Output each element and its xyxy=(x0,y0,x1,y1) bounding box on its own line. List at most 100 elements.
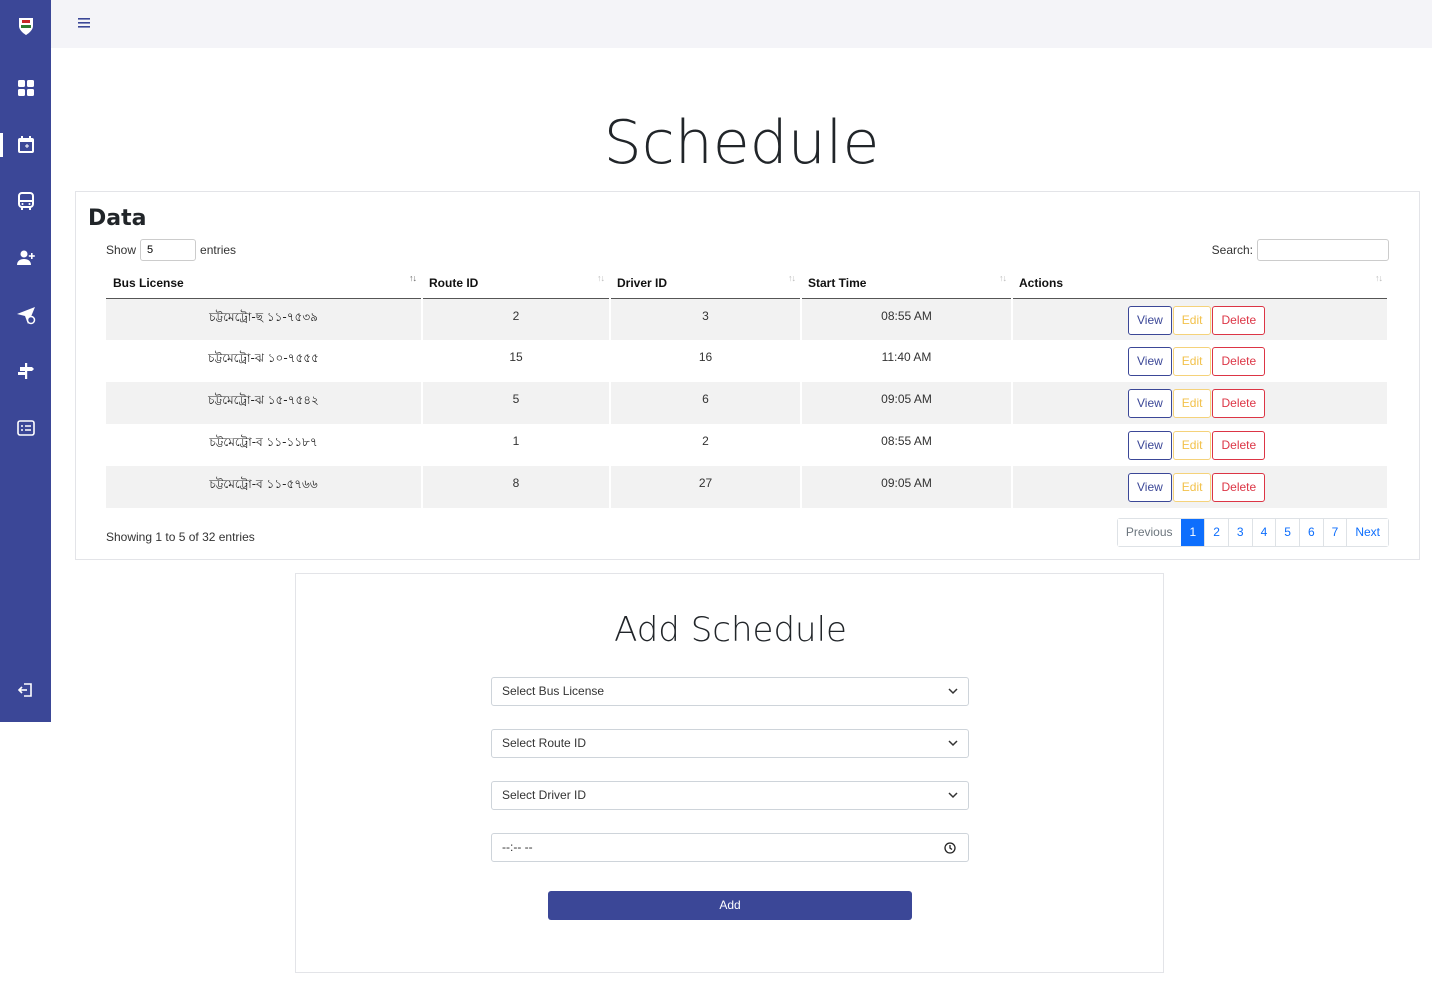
view-button[interactable]: View xyxy=(1128,431,1172,460)
entries-length-input[interactable] xyxy=(140,239,197,261)
cell-start-time: 08:55 AM xyxy=(801,298,1013,340)
hamburger-icon[interactable] xyxy=(77,16,91,30)
view-button[interactable]: View xyxy=(1128,347,1172,376)
cell-start-time: 09:05 AM xyxy=(801,382,1013,424)
start-time-input[interactable]: --:-- -- xyxy=(491,833,969,862)
cell-actions: View Edit Delete xyxy=(1012,340,1389,382)
cell-actions: View Edit Delete xyxy=(1012,466,1389,508)
pagination-page-7[interactable]: 7 xyxy=(1322,519,1347,546)
list-card-icon xyxy=(16,420,35,436)
sidebar-item-schedule[interactable] xyxy=(0,125,51,165)
cell-driver-id: 2 xyxy=(610,424,802,466)
edit-button[interactable]: Edit xyxy=(1172,347,1212,376)
cell-start-time: 11:40 AM xyxy=(801,340,1013,382)
sort-icon: ↑↓ xyxy=(597,273,605,283)
schedule-table: Bus License ↑↓ Route ID ↑↓ Driver ID ↑↓ Sta… xyxy=(106,265,1389,508)
column-header-bus-license[interactable]: Bus License ↑↓ xyxy=(106,265,422,299)
cell-actions: View Edit Delete xyxy=(1012,424,1389,466)
route-id-select-value: Select Route ID xyxy=(502,736,587,750)
chevron-down-icon xyxy=(948,792,958,799)
table-row: চট্টমেট্রো-ঝ ১০-৭৫৫৫ 15 16 11:40 AM View… xyxy=(106,340,1389,382)
view-button[interactable]: View xyxy=(1128,473,1172,502)
cell-bus-license: চট্টমেট্রো-ব ১১-১১৮৭ xyxy=(106,424,423,466)
cell-driver-id: 16 xyxy=(610,340,802,382)
cell-bus-license: চট্টমেট্রো-ব ১১-৫৭৬৬ xyxy=(106,466,423,508)
pagination: Previous 1 2 3 4 5 6 7 Next xyxy=(1116,518,1389,547)
data-card: Data Show entries Search: Bus License↑↓ … xyxy=(75,191,1420,560)
view-button[interactable]: View xyxy=(1128,305,1172,335)
card-title: Data xyxy=(88,206,147,231)
chevron-down-icon xyxy=(948,740,958,747)
add-user-icon xyxy=(16,250,35,265)
search-label: Search: xyxy=(1211,243,1253,257)
signpost-icon xyxy=(17,363,34,379)
pagination-previous[interactable]: Previous xyxy=(1117,519,1181,546)
sidebar-item-add-user[interactable] xyxy=(0,238,51,278)
pagination-page-4[interactable]: 4 xyxy=(1251,519,1276,546)
edit-button[interactable]: Edit xyxy=(1172,389,1212,418)
bus-license-select-value: Select Bus License xyxy=(502,684,605,698)
view-button[interactable]: View xyxy=(1128,389,1172,418)
sidebar-item-bus[interactable] xyxy=(0,181,51,221)
edit-button[interactable]: Edit xyxy=(1172,473,1212,502)
logo-icon xyxy=(19,18,33,35)
column-header-start-time[interactable]: Start Time ↑↓ xyxy=(801,265,1012,299)
cell-driver-id: 27 xyxy=(610,466,802,508)
pagination-page-2[interactable]: 2 xyxy=(1204,519,1228,546)
delete-button[interactable]: Delete xyxy=(1212,389,1266,418)
cell-route-id: 8 xyxy=(422,466,611,508)
cell-bus-license: চট্টমেট্রো-ঝ ১৫-৭৫৪২ xyxy=(106,382,423,424)
delete-button[interactable]: Delete xyxy=(1212,347,1266,376)
sidebar-item-route[interactable] xyxy=(0,351,51,391)
column-header-actions[interactable]: Actions ↑↓ xyxy=(1012,265,1388,299)
topbar xyxy=(51,0,1432,48)
table-search: Search: xyxy=(1212,239,1389,261)
logout-icon xyxy=(17,683,32,697)
calendar-icon xyxy=(17,136,34,153)
delete-button[interactable]: Delete xyxy=(1212,431,1266,460)
cell-start-time: 09:05 AM xyxy=(801,466,1013,508)
column-header-driver-id[interactable]: Driver ID ↑↓ xyxy=(610,265,801,299)
cell-start-time: 08:55 AM xyxy=(801,424,1013,466)
pagination-page-3[interactable]: 3 xyxy=(1227,519,1252,546)
pagination-page-5[interactable]: 5 xyxy=(1275,519,1299,546)
length-suffix: entries xyxy=(200,243,237,257)
pagination-page-6[interactable]: 6 xyxy=(1298,519,1323,546)
sort-icon: ↑↓ xyxy=(409,273,417,283)
length-prefix: Show xyxy=(106,243,137,257)
bus-license-select[interactable]: Select Bus License xyxy=(491,677,969,706)
add-button[interactable]: Add xyxy=(548,891,912,920)
sidebar-item-list[interactable] xyxy=(0,408,51,448)
cell-bus-license: চট্টমেট্রো-ঝ ১০-৭৫৫৫ xyxy=(106,340,423,382)
cell-driver-id: 3 xyxy=(610,298,802,340)
page-title: Schedule xyxy=(603,108,880,178)
sidebar xyxy=(0,0,51,722)
driver-id-select[interactable]: Select Driver ID xyxy=(491,781,969,810)
sort-icon: ↑↓ xyxy=(999,273,1007,283)
delete-button[interactable]: Delete xyxy=(1212,305,1266,335)
table-row: চট্টমেট্রো-ব ১১-৫৭৬৬ 8 27 09:05 AM View E… xyxy=(106,466,1389,508)
dashboard-icon xyxy=(17,80,34,96)
sort-icon: ↑↓ xyxy=(1375,273,1383,283)
route-id-select[interactable]: Select Route ID xyxy=(491,729,969,758)
pagination-page-1[interactable]: 1 xyxy=(1180,519,1205,546)
add-schedule-card: Add Schedule Select Bus License Select R… xyxy=(295,573,1164,973)
cell-bus-license: চট্টমেট্রো-ছ ১১-৭৫৩৯ xyxy=(106,298,423,340)
pagination-next[interactable]: Next xyxy=(1346,519,1388,546)
delete-button[interactable]: Delete xyxy=(1212,473,1266,502)
sort-icon: ↑↓ xyxy=(788,273,796,283)
sidebar-item-send[interactable] xyxy=(0,295,51,335)
start-time-input-value: --:-- -- xyxy=(502,840,533,854)
search-input[interactable] xyxy=(1257,239,1389,261)
edit-button[interactable]: Edit xyxy=(1172,305,1212,335)
edit-button[interactable]: Edit xyxy=(1172,431,1212,460)
bus-icon xyxy=(17,192,34,210)
add-schedule-title: Add Schedule xyxy=(614,610,847,650)
cell-route-id: 5 xyxy=(422,382,611,424)
clock-icon[interactable] xyxy=(944,842,956,854)
cell-route-id: 1 xyxy=(422,424,611,466)
cell-actions: View Edit Delete xyxy=(1012,382,1389,424)
sidebar-item-logout[interactable] xyxy=(0,670,51,710)
sidebar-item-dashboard[interactable] xyxy=(0,68,51,108)
column-header-route-id[interactable]: Route ID ↑↓ xyxy=(422,265,610,299)
